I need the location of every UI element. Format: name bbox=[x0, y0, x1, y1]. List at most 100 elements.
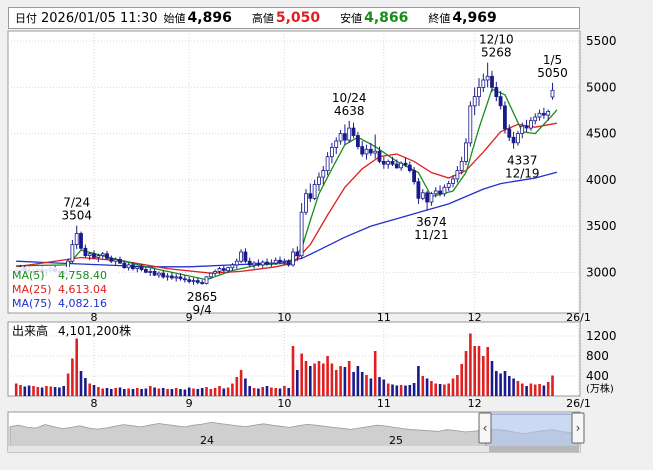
candle-body bbox=[109, 257, 114, 262]
navigator-scrollbar-thumb[interactable] bbox=[489, 446, 579, 452]
candle-body bbox=[230, 264, 235, 269]
volume-bar bbox=[287, 388, 290, 396]
annotation-value: 3674 bbox=[416, 215, 447, 229]
volume-bar bbox=[252, 388, 256, 396]
candle-body bbox=[533, 116, 538, 122]
candle-body bbox=[386, 160, 391, 165]
legend-ma25-value: 4,613.04 bbox=[58, 283, 107, 296]
candle-body bbox=[200, 282, 205, 284]
month-tick-label: 12 bbox=[468, 311, 482, 324]
volume-tick-label: 1200 bbox=[586, 329, 617, 343]
candle-body bbox=[191, 280, 196, 283]
candle-body bbox=[286, 260, 291, 266]
candle-body bbox=[416, 181, 421, 199]
candle-body bbox=[438, 190, 443, 195]
legend-ma75-value: 4,082.16 bbox=[58, 297, 107, 310]
candle-body bbox=[165, 275, 170, 278]
candle-body bbox=[329, 147, 334, 158]
volume-bar bbox=[192, 388, 195, 396]
volume-bar bbox=[144, 388, 148, 396]
candle-body bbox=[507, 128, 512, 138]
month-tick-label: 10 bbox=[277, 397, 291, 410]
candle-body bbox=[265, 261, 269, 265]
candle-body bbox=[135, 266, 140, 269]
price-tick-label: 4000 bbox=[586, 173, 617, 187]
volume-bar bbox=[300, 353, 303, 396]
volume-bar bbox=[14, 383, 18, 396]
volume-bar bbox=[399, 385, 403, 396]
candle-body bbox=[377, 150, 382, 162]
volume-bar bbox=[127, 388, 130, 396]
candle-body bbox=[399, 162, 404, 169]
volume-bar bbox=[335, 370, 338, 396]
candle-body bbox=[243, 251, 248, 262]
candle-body bbox=[217, 268, 222, 272]
volume-bar bbox=[443, 384, 446, 396]
candle-body bbox=[459, 160, 464, 171]
volume-bar bbox=[456, 375, 459, 396]
volume-bar bbox=[464, 351, 468, 396]
price-tick-label: 4500 bbox=[586, 127, 617, 141]
candle-body bbox=[221, 268, 226, 271]
volume-bar bbox=[97, 387, 100, 396]
volume-value: 4,101,200株 bbox=[58, 323, 131, 338]
candle-body bbox=[490, 75, 494, 88]
candle-body bbox=[446, 183, 451, 188]
candle-body bbox=[269, 262, 274, 265]
candle-body bbox=[282, 260, 287, 263]
candle-body bbox=[477, 87, 481, 98]
volume-bar bbox=[71, 358, 74, 396]
volume-bar bbox=[529, 383, 533, 396]
candle-body bbox=[92, 253, 96, 258]
volume-bar bbox=[136, 388, 139, 396]
price-tick-label: 5500 bbox=[586, 34, 617, 48]
candle-body bbox=[316, 176, 321, 185]
month-tick-label: 26/1 bbox=[566, 311, 591, 324]
candle-body bbox=[455, 170, 460, 180]
navigator-selection[interactable] bbox=[485, 413, 579, 451]
volume-bar bbox=[261, 387, 264, 396]
volume-bar bbox=[356, 366, 360, 396]
volume-bar bbox=[105, 388, 109, 396]
volume-bar bbox=[235, 377, 239, 396]
candle-body bbox=[524, 125, 529, 129]
volume-bar bbox=[473, 346, 476, 396]
annotation-date: 10/24 bbox=[332, 91, 367, 105]
candle-body bbox=[161, 272, 166, 278]
candle-body bbox=[174, 276, 179, 279]
candle-body bbox=[338, 133, 343, 142]
volume-bar bbox=[542, 385, 546, 396]
candle-body bbox=[373, 150, 378, 154]
candle-body bbox=[308, 193, 313, 199]
volume-bar bbox=[19, 385, 22, 396]
candle-body bbox=[260, 261, 265, 266]
candle-body bbox=[429, 193, 434, 203]
annotation-date: 1/5 bbox=[543, 53, 562, 67]
volume-bar bbox=[495, 371, 498, 396]
volume-bar bbox=[153, 387, 156, 396]
candle-body bbox=[156, 272, 161, 276]
volume-label: 出来高 bbox=[12, 323, 48, 338]
volume-bar bbox=[343, 367, 347, 396]
volume-bar bbox=[451, 378, 455, 396]
volume-bar bbox=[32, 386, 35, 396]
annotation-value: 4337 bbox=[507, 154, 538, 168]
candle-body bbox=[226, 267, 231, 271]
volume-bar bbox=[365, 375, 368, 396]
candle-body bbox=[325, 156, 330, 171]
volume-bar bbox=[92, 385, 96, 396]
candle-body bbox=[247, 260, 252, 266]
candle-body bbox=[74, 233, 79, 246]
volume-bar bbox=[200, 388, 204, 396]
legend-ma5-value: 4,758.40 bbox=[58, 269, 107, 282]
volume-bar bbox=[291, 346, 295, 396]
volume-bar bbox=[421, 376, 425, 396]
candle-body bbox=[213, 270, 218, 274]
volume-bar bbox=[140, 389, 143, 396]
candle-body bbox=[502, 105, 507, 130]
volume-bar bbox=[499, 373, 502, 396]
candle-body bbox=[182, 278, 187, 281]
volume-bar bbox=[110, 389, 113, 396]
candle-body bbox=[304, 193, 308, 213]
volume-bar bbox=[425, 378, 429, 396]
